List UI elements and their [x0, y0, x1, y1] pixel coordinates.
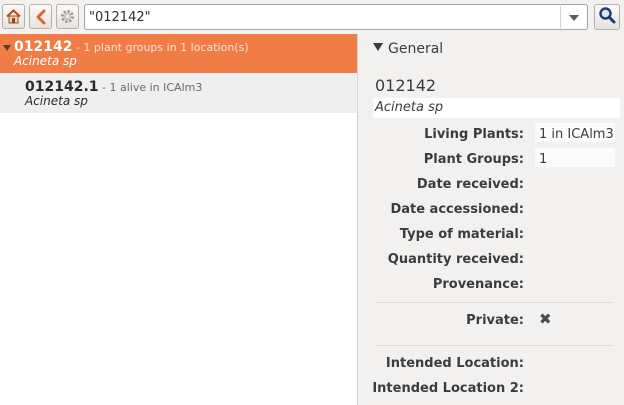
toolbar — [0, 0, 624, 34]
home-icon — [5, 8, 22, 25]
infobox-taxon: Acineta sp — [375, 100, 444, 115]
type-of-material-label: Type of material: — [399, 227, 524, 242]
result-row-accession[interactable]: 012142 - 1 plant groups in 1 location(s)… — [0, 34, 357, 73]
pane-splitter[interactable] — [357, 34, 369, 405]
search-history-dropdown[interactable] — [560, 6, 586, 28]
results-list[interactable]: 012142 - 1 plant groups in 1 location(s)… — [0, 34, 357, 405]
plant-groups-label: Plant Groups: — [423, 152, 524, 167]
settings-button[interactable] — [56, 4, 79, 29]
result-plant-code: 012142.1 — [25, 79, 99, 95]
living-plants-value: 1 in ICAlm3 — [539, 127, 614, 142]
intended-location-2-label: Intended Location 2: — [372, 381, 524, 396]
search-field[interactable] — [84, 4, 588, 30]
collapse-triangle-icon[interactable] — [3, 45, 11, 51]
infobox-panel: General 012142 Acineta sp Living Plants:… — [369, 34, 624, 405]
search-button[interactable] — [594, 4, 620, 30]
expander-triangle-icon — [373, 43, 383, 51]
separator — [375, 345, 613, 346]
general-section-header[interactable]: General — [373, 41, 443, 57]
result-taxon: Acineta sp — [14, 54, 77, 68]
living-plants-label: Living Plants: — [424, 127, 524, 142]
home-button[interactable] — [2, 4, 25, 29]
result-taxon: Acineta sp — [25, 94, 88, 108]
date-received-label: Date received: — [416, 177, 524, 192]
chevron-left-icon — [34, 9, 48, 25]
intended-location-label: Intended Location: — [385, 356, 524, 371]
gear-icon — [59, 8, 76, 25]
private-label: Private: — [466, 313, 524, 328]
private-x-icon: ✖ — [539, 310, 552, 328]
provenance-label: Provenance: — [432, 277, 524, 292]
infobox-taxon-box: Acineta sp — [373, 98, 620, 118]
search-icon — [598, 6, 616, 28]
infobox-accession: 012142 — [375, 76, 437, 95]
result-row-title: 012142 - 1 plant groups in 1 location(s) — [14, 39, 249, 55]
back-button[interactable] — [29, 4, 52, 29]
result-row-title: 012142.1 - 1 alive in ICAlm3 — [25, 79, 202, 95]
separator — [375, 302, 613, 303]
result-meta: - 1 plant groups in 1 location(s) — [72, 41, 249, 54]
plant-groups-value: 1 — [539, 152, 548, 167]
result-row-plant[interactable]: 012142.1 - 1 alive in ICAlm3 Acineta sp — [0, 73, 357, 113]
general-section-title: General — [388, 41, 444, 57]
quantity-received-label: Quantity received: — [387, 252, 524, 267]
result-meta: - 1 alive in ICAlm3 — [98, 81, 203, 94]
search-input[interactable] — [89, 7, 559, 27]
chevron-down-icon — [568, 10, 579, 25]
date-accessioned-label: Date accessioned: — [390, 202, 524, 217]
result-accession-code: 012142 — [14, 39, 73, 55]
